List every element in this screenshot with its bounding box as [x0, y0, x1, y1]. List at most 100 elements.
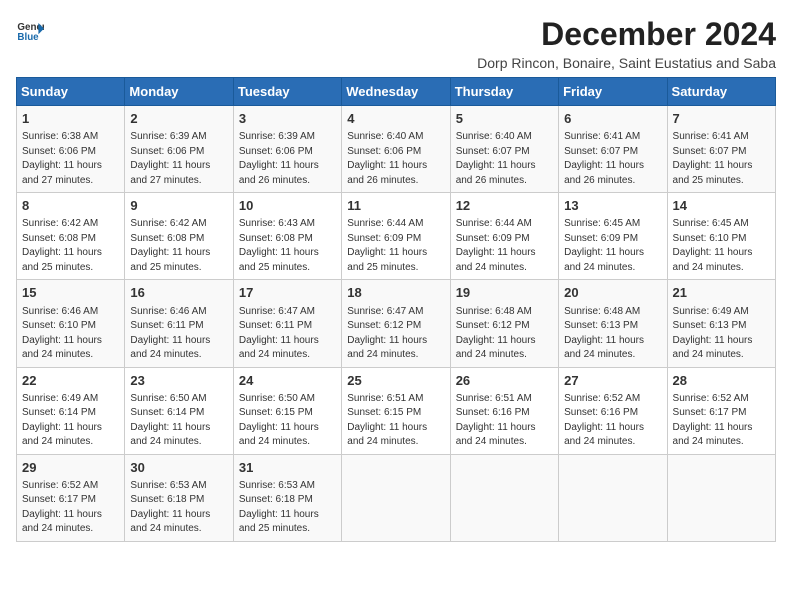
calendar-cell: 14 Sunrise: 6:45 AMSunset: 6:10 PMDayligh…	[667, 193, 775, 280]
day-number: 11	[347, 197, 444, 215]
day-number: 28	[673, 372, 770, 390]
calendar-cell: 30Sunrise: 6:53 AMSunset: 6:18 PMDayligh…	[125, 454, 233, 541]
calendar-cell: 23 Sunrise: 6:50 AMSunset: 6:14 PMDayligh…	[125, 367, 233, 454]
day-detail: Sunrise: 6:52 AMSunset: 6:17 PMDaylight:…	[673, 392, 770, 450]
day-detail: Sunrise: 6:49 AMSunset: 6:14 PMDaylight:…	[22, 392, 119, 450]
day-detail: Sunrise: 6:51 AMSunset: 6:16 PMDaylight:…	[456, 392, 553, 450]
day-detail: Sunrise: 6:52 AMSunset: 6:17 PMDaylight:…	[22, 479, 119, 537]
day-number: 29	[22, 459, 119, 477]
calendar-cell: 8Sunrise: 6:42 AMSunset: 6:08 PMDaylight…	[17, 193, 125, 280]
day-number: 7	[673, 110, 770, 128]
day-detail: Sunrise: 6:39 AMSunset: 6:06 PMDaylight:…	[239, 130, 336, 188]
day-detail: Sunrise: 6:50 AMSunset: 6:14 PMDaylight:…	[130, 392, 227, 450]
day-number: 14	[673, 197, 770, 215]
day-detail: Sunrise: 6:46 AMSunset: 6:10 PMDaylight:…	[22, 305, 119, 363]
calendar-cell: 20 Sunrise: 6:48 AMSunset: 6:13 PMDayligh…	[559, 280, 667, 367]
day-number: 2	[130, 110, 227, 128]
calendar-cell: 17 Sunrise: 6:47 AMSunset: 6:11 PMDayligh…	[233, 280, 341, 367]
day-detail: Sunrise: 6:53 AMSunset: 6:18 PMDaylight:…	[130, 479, 227, 537]
calendar-cell: 27 Sunrise: 6:52 AMSunset: 6:16 PMDayligh…	[559, 367, 667, 454]
calendar-week-4: 22 Sunrise: 6:49 AMSunset: 6:14 PMDayligh…	[17, 367, 776, 454]
day-number: 1	[22, 110, 119, 128]
col-wednesday: Wednesday	[342, 78, 450, 106]
day-number: 16	[130, 284, 227, 302]
calendar-cell: 19 Sunrise: 6:48 AMSunset: 6:12 PMDayligh…	[450, 280, 558, 367]
calendar-week-3: 15 Sunrise: 6:46 AMSunset: 6:10 PMDayligh…	[17, 280, 776, 367]
col-friday: Friday	[559, 78, 667, 106]
day-detail: Sunrise: 6:50 AMSunset: 6:15 PMDaylight:…	[239, 392, 336, 450]
col-saturday: Saturday	[667, 78, 775, 106]
day-number: 26	[456, 372, 553, 390]
day-detail: Sunrise: 6:51 AMSunset: 6:15 PMDaylight:…	[347, 392, 444, 450]
main-title: December 2024	[477, 16, 776, 53]
calendar-cell: 16 Sunrise: 6:46 AMSunset: 6:11 PMDayligh…	[125, 280, 233, 367]
calendar-cell: 3 Sunrise: 6:39 AMSunset: 6:06 PMDaylight…	[233, 106, 341, 193]
day-detail: Sunrise: 6:49 AMSunset: 6:13 PMDaylight:…	[673, 305, 770, 363]
calendar-cell: 26 Sunrise: 6:51 AMSunset: 6:16 PMDayligh…	[450, 367, 558, 454]
day-detail: Sunrise: 6:44 AMSunset: 6:09 PMDaylight:…	[347, 217, 444, 275]
calendar-cell: 13 Sunrise: 6:45 AMSunset: 6:09 PMDayligh…	[559, 193, 667, 280]
calendar-cell: 28 Sunrise: 6:52 AMSunset: 6:17 PMDayligh…	[667, 367, 775, 454]
day-number: 6	[564, 110, 661, 128]
calendar-cell: 22 Sunrise: 6:49 AMSunset: 6:14 PMDayligh…	[17, 367, 125, 454]
calendar-cell: 10 Sunrise: 6:43 AMSunset: 6:08 PMDayligh…	[233, 193, 341, 280]
calendar-cell	[559, 454, 667, 541]
day-detail: Sunrise: 6:45 AMSunset: 6:10 PMDaylight:…	[673, 217, 770, 275]
day-number: 12	[456, 197, 553, 215]
calendar-cell: 2 Sunrise: 6:39 AMSunset: 6:06 PMDaylight…	[125, 106, 233, 193]
svg-text:Blue: Blue	[17, 32, 39, 43]
col-tuesday: Tuesday	[233, 78, 341, 106]
day-number: 21	[673, 284, 770, 302]
calendar-cell: 11 Sunrise: 6:44 AMSunset: 6:09 PMDayligh…	[342, 193, 450, 280]
day-detail: Sunrise: 6:52 AMSunset: 6:16 PMDaylight:…	[564, 392, 661, 450]
calendar-cell	[667, 454, 775, 541]
col-monday: Monday	[125, 78, 233, 106]
day-detail: Sunrise: 6:39 AMSunset: 6:06 PMDaylight:…	[130, 130, 227, 188]
day-detail: Sunrise: 6:46 AMSunset: 6:11 PMDaylight:…	[130, 305, 227, 363]
day-detail: Sunrise: 6:42 AMSunset: 6:08 PMDaylight:…	[130, 217, 227, 275]
calendar-cell: 21 Sunrise: 6:49 AMSunset: 6:13 PMDayligh…	[667, 280, 775, 367]
calendar-cell: 4Sunrise: 6:40 AMSunset: 6:06 PMDaylight…	[342, 106, 450, 193]
day-detail: Sunrise: 6:38 AMSunset: 6:06 PMDaylight:…	[22, 130, 119, 188]
day-number: 5	[456, 110, 553, 128]
day-number: 27	[564, 372, 661, 390]
day-number: 17	[239, 284, 336, 302]
col-sunday: Sunday	[17, 78, 125, 106]
day-number: 10	[239, 197, 336, 215]
day-number: 4	[347, 110, 444, 128]
day-number: 19	[456, 284, 553, 302]
day-detail: Sunrise: 6:41 AMSunset: 6:07 PMDaylight:…	[673, 130, 770, 188]
calendar-cell: 15 Sunrise: 6:46 AMSunset: 6:10 PMDayligh…	[17, 280, 125, 367]
calendar-week-1: 1 Sunrise: 6:38 AMSunset: 6:06 PMDaylight…	[17, 106, 776, 193]
day-number: 18	[347, 284, 444, 302]
day-detail: Sunrise: 6:48 AMSunset: 6:12 PMDaylight:…	[456, 305, 553, 363]
calendar-cell: 25Sunrise: 6:51 AMSunset: 6:15 PMDayligh…	[342, 367, 450, 454]
day-number: 20	[564, 284, 661, 302]
calendar-cell: 6Sunrise: 6:41 AMSunset: 6:07 PMDaylight…	[559, 106, 667, 193]
day-number: 15	[22, 284, 119, 302]
subtitle: Dorp Rincon, Bonaire, Saint Eustatius an…	[477, 55, 776, 71]
day-number: 22	[22, 372, 119, 390]
day-detail: Sunrise: 6:47 AMSunset: 6:12 PMDaylight:…	[347, 305, 444, 363]
day-detail: Sunrise: 6:40 AMSunset: 6:07 PMDaylight:…	[456, 130, 553, 188]
calendar-cell: 18 Sunrise: 6:47 AMSunset: 6:12 PMDayligh…	[342, 280, 450, 367]
day-detail: Sunrise: 6:53 AMSunset: 6:18 PMDaylight:…	[239, 479, 336, 537]
calendar-cell: 29 Sunrise: 6:52 AMSunset: 6:17 PMDayligh…	[17, 454, 125, 541]
day-number: 3	[239, 110, 336, 128]
day-detail: Sunrise: 6:43 AMSunset: 6:08 PMDaylight:…	[239, 217, 336, 275]
calendar-week-2: 8Sunrise: 6:42 AMSunset: 6:08 PMDaylight…	[17, 193, 776, 280]
header-area: General Blue December 2024 Dorp Rincon, …	[16, 16, 776, 71]
day-detail: Sunrise: 6:45 AMSunset: 6:09 PMDaylight:…	[564, 217, 661, 275]
calendar-header-row: Sunday Monday Tuesday Wednesday Thursday…	[17, 78, 776, 106]
calendar-cell: 9Sunrise: 6:42 AMSunset: 6:08 PMDaylight…	[125, 193, 233, 280]
day-number: 23	[130, 372, 227, 390]
day-number: 24	[239, 372, 336, 390]
calendar-cell	[342, 454, 450, 541]
day-detail: Sunrise: 6:47 AMSunset: 6:11 PMDaylight:…	[239, 305, 336, 363]
logo: General Blue	[16, 16, 44, 44]
calendar-cell	[450, 454, 558, 541]
col-thursday: Thursday	[450, 78, 558, 106]
calendar-cell: 31Sunrise: 6:53 AMSunset: 6:18 PMDayligh…	[233, 454, 341, 541]
day-detail: Sunrise: 6:48 AMSunset: 6:13 PMDaylight:…	[564, 305, 661, 363]
day-number: 13	[564, 197, 661, 215]
